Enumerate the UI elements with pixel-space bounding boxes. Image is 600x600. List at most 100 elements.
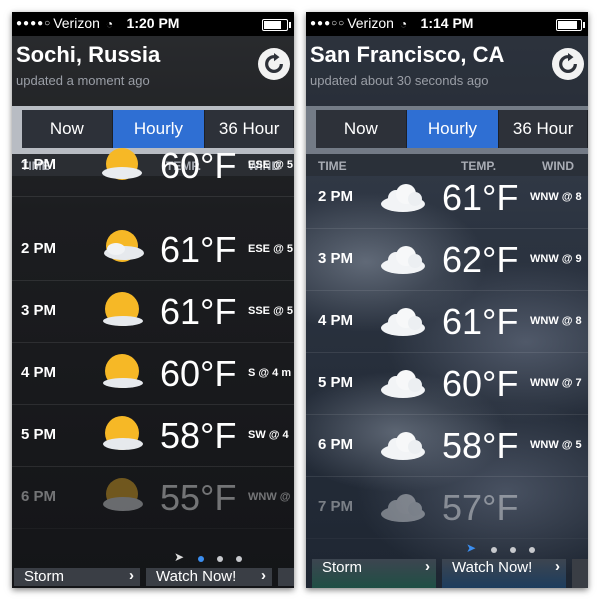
location-arrow-icon: ➤	[174, 550, 185, 564]
partly-sunny-icon	[104, 230, 144, 262]
page-dot	[198, 556, 204, 562]
status-bar: ●●●●○ Verizon ◔ 1:20 PM	[12, 12, 294, 36]
page-dot	[491, 547, 497, 553]
forecast-row: 6 PM 58°F WNW @ 5	[306, 414, 588, 477]
row-wind: WNW @ 9	[530, 253, 582, 265]
page-dot	[529, 547, 535, 553]
status-time: 1:20 PM	[126, 15, 180, 31]
location-arrow-icon: ➤	[466, 541, 477, 555]
row-temp: 57°F	[442, 487, 519, 528]
row-time: 2 PM	[318, 188, 354, 205]
row-temp: 58°F	[442, 425, 519, 466]
partly-sunny-icon	[103, 354, 143, 388]
refresh-button[interactable]	[258, 48, 290, 80]
page-dot	[217, 556, 223, 562]
city-name: Sochi, Russia	[16, 42, 161, 67]
storm-button[interactable]: Storm ›	[312, 558, 436, 588]
updated-timestamp: updated about 30 seconds ago	[310, 73, 489, 88]
row-time: 7 PM	[318, 498, 354, 515]
partly-sunny-icon	[103, 292, 143, 326]
row-time: 6 PM	[318, 436, 354, 453]
more-button[interactable]	[572, 559, 588, 588]
watch-now-label: Watch Now!	[452, 559, 533, 576]
chevron-right-icon: ›	[261, 567, 266, 584]
row-wind: WNW @ 8	[530, 315, 582, 327]
row-wind: WNW @ 8	[530, 191, 582, 203]
forecast-row: 2 PM 61°F WNW @ 8	[306, 166, 588, 229]
location-header: San Francisco, CA updated about 30 secon…	[306, 36, 588, 106]
partly-sunny-icon	[103, 416, 143, 450]
forecast-row: 7 PM 57°F	[306, 476, 588, 539]
bottom-bar: Storm › Watch Now! ›	[12, 567, 294, 586]
row-wind: WNW @ 5	[530, 439, 582, 451]
cloud-icon	[381, 494, 425, 522]
cloud-icon	[381, 246, 425, 274]
partly-sunny-icon	[102, 148, 142, 180]
row-time: 1 PM	[21, 156, 57, 173]
chevron-right-icon: ›	[555, 558, 560, 575]
updated-timestamp: updated a moment ago	[16, 73, 150, 88]
row-wind: ESE @ 5	[248, 243, 293, 255]
cloud-icon	[381, 184, 425, 212]
storm-label: Storm	[24, 568, 65, 585]
row-temp: 61°F	[442, 301, 519, 342]
forecast-row: 5 PM 60°F WNW @ 7	[306, 352, 588, 415]
cloud-icon	[381, 432, 425, 460]
row-temp: 60°F	[160, 353, 237, 394]
watch-now-button[interactable]: Watch Now! ›	[442, 558, 566, 588]
page-indicator[interactable]: ➤	[306, 541, 588, 557]
bottom-bar: Storm › Watch Now! ›	[306, 558, 588, 588]
phone-screen-san-francisco: ●●●○○ Verizon ◔ 1:14 PM San Francisco, CA …	[306, 12, 588, 588]
row-time: 5 PM	[318, 374, 354, 391]
row-wind: WNW @	[248, 491, 291, 503]
row-temp: 61°F	[442, 177, 519, 218]
page-dot	[236, 556, 242, 562]
refresh-icon	[265, 53, 283, 73]
page-dot	[510, 547, 516, 553]
cloud-icon	[381, 308, 425, 336]
row-temp: 62°F	[442, 239, 519, 280]
chevron-right-icon: ›	[425, 558, 430, 575]
more-button[interactable]	[278, 568, 294, 586]
row-time: 5 PM	[21, 426, 57, 443]
tab-hourly[interactable]: Hourly	[406, 110, 500, 148]
row-time: 4 PM	[318, 312, 354, 329]
location-header: Sochi, Russia updated a moment ago	[12, 36, 294, 106]
watch-now-label: Watch Now!	[156, 568, 237, 585]
row-wind: WNW @ 7	[530, 377, 582, 389]
tab-now[interactable]: Now	[316, 110, 407, 148]
city-name: San Francisco, CA	[310, 42, 505, 67]
row-time: 6 PM	[21, 488, 57, 505]
row-wind: SW @ 4	[248, 429, 289, 441]
row-time: 3 PM	[318, 250, 354, 267]
refresh-button[interactable]	[552, 48, 584, 80]
tab-36-hour[interactable]: 36 Hour	[499, 110, 588, 148]
watch-now-button[interactable]: Watch Now! ›	[146, 567, 272, 586]
row-wind: S @ 4 m	[248, 367, 292, 379]
storm-button[interactable]: Storm ›	[14, 567, 140, 586]
forecast-row: 2 PM 61°F ESE @ 5	[12, 218, 294, 281]
row-time: 4 PM	[21, 364, 57, 381]
forecast-row: 1 PM 60°F ESE @ 5	[12, 134, 294, 197]
forecast-row: 4 PM 60°F S @ 4 m	[12, 342, 294, 405]
battery-icon	[556, 19, 585, 31]
cloud-icon	[381, 370, 425, 398]
status-bar: ●●●○○ Verizon ◔ 1:14 PM	[306, 12, 588, 36]
row-temp: 55°F	[160, 477, 237, 518]
forecast-row: 3 PM 62°F WNW @ 9	[306, 228, 588, 291]
forecast-row: 4 PM 61°F WNW @ 8	[306, 290, 588, 353]
row-time: 3 PM	[21, 302, 57, 319]
page-indicator[interactable]: ➤	[12, 550, 294, 566]
row-temp: 61°F	[160, 229, 237, 270]
row-temp: 58°F	[160, 415, 237, 456]
storm-label: Storm	[322, 559, 363, 576]
battery-icon	[262, 19, 291, 31]
view-tabs: Now Hourly 36 Hour	[306, 106, 588, 154]
row-temp: 61°F	[160, 291, 237, 332]
row-wind: SSE @ 5	[248, 305, 293, 317]
chevron-right-icon: ›	[129, 567, 134, 584]
forecast-row: 5 PM 58°F SW @ 4	[12, 404, 294, 467]
refresh-icon	[559, 53, 577, 73]
row-time: 2 PM	[21, 240, 57, 257]
forecast-row: 3 PM 61°F SSE @ 5	[12, 280, 294, 343]
